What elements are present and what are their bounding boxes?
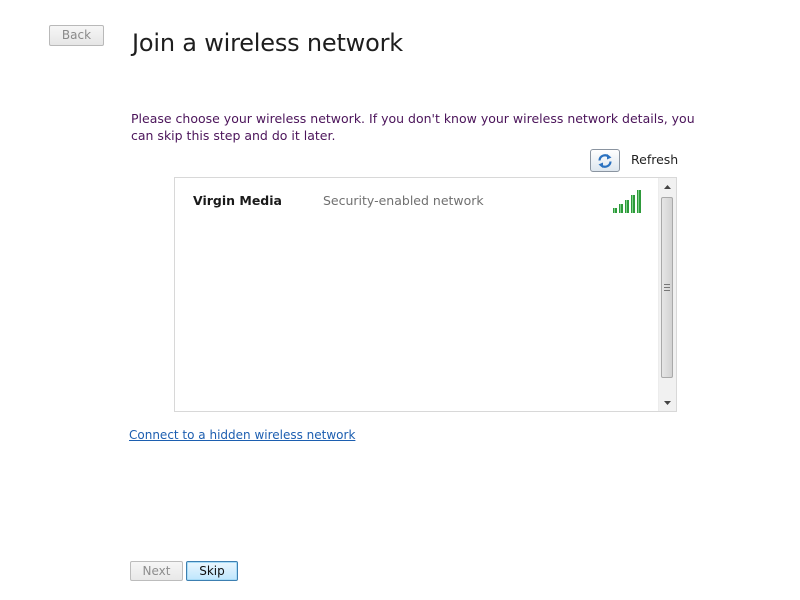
scroll-thumb[interactable] [661,197,673,378]
chevron-down-icon [664,400,671,405]
refresh-button[interactable] [590,149,620,172]
hidden-network-link[interactable]: Connect to a hidden wireless network [129,428,355,442]
network-name: Virgin Media [193,193,282,208]
back-button[interactable]: Back [49,25,104,46]
next-button[interactable]: Next [130,561,183,581]
scroll-up-button[interactable] [659,178,676,195]
scroll-down-button[interactable] [659,394,676,411]
refresh-label[interactable]: Refresh [631,152,678,167]
skip-button[interactable]: Skip [186,561,238,581]
chevron-up-icon [664,184,671,189]
grip-icon [664,284,670,291]
network-item-virgin-media[interactable]: Virgin Media Security-enabled network [175,178,660,224]
signal-strength-icon [613,190,641,213]
refresh-icon [598,153,612,168]
network-list-scrollbar[interactable] [658,178,676,411]
network-security: Security-enabled network [323,193,484,208]
network-list: Virgin Media Security-enabled network [174,177,677,412]
wireless-setup-page: Back Join a wireless network Please choo… [0,0,800,600]
page-title: Join a wireless network [132,29,403,57]
instructions-text: Please choose your wireless network. If … [131,111,695,143]
